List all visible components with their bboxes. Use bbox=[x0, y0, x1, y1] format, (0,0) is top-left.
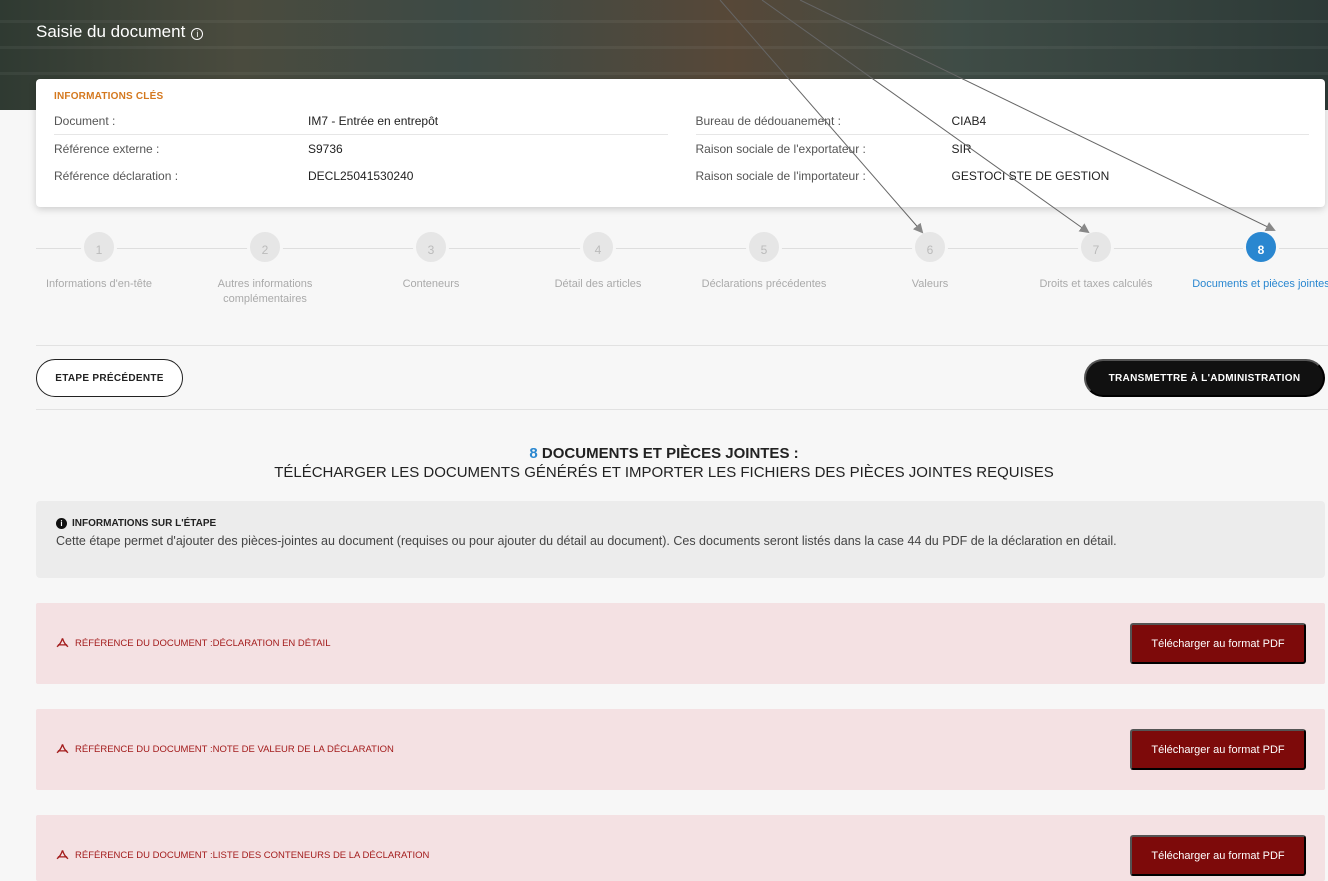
key-info-row: Référence externe : S9736 bbox=[54, 135, 668, 162]
document-label-wrapper: RÉFÉRENCE DU DOCUMENT :NOTE DE VALEUR DE… bbox=[56, 743, 394, 755]
download-pdf-button[interactable]: Télécharger au format PDF bbox=[1130, 623, 1306, 664]
field-value: SIR bbox=[951, 141, 972, 156]
pdf-icon bbox=[56, 744, 69, 754]
step-5[interactable]: 5 Déclarations précédentes bbox=[689, 229, 839, 292]
step-number: 5 bbox=[746, 229, 782, 265]
step-8[interactable]: 8 Documents et pièces jointes bbox=[1186, 229, 1328, 292]
step-number: 3 bbox=[413, 229, 449, 265]
field-value: S9736 bbox=[308, 141, 343, 156]
section-subtitle: TÉLÉCHARGER LES DOCUMENTS GÉNÉRÉS ET IMP… bbox=[274, 464, 1054, 481]
page-title: Saisie du document bbox=[36, 22, 186, 41]
pdf-icon bbox=[56, 638, 69, 648]
pdf-icon bbox=[56, 850, 69, 860]
divider bbox=[36, 345, 1328, 346]
key-info-row: Raison sociale de l'importateur : GESTOC… bbox=[696, 162, 1310, 189]
step-label: Autres informations complémentaires bbox=[217, 278, 313, 305]
field-label: Bureau de dédouanement : bbox=[695, 114, 841, 128]
key-info-grid: Document : IM7 - Entrée en entrepôt Réfé… bbox=[54, 108, 1309, 189]
document-label-wrapper: RÉFÉRENCE DU DOCUMENT :LISTE DES CONTENE… bbox=[56, 849, 429, 861]
document-row: RÉFÉRENCE DU DOCUMENT :NOTE DE VALEUR DE… bbox=[36, 709, 1325, 790]
step-label: Informations d'en-tête bbox=[45, 278, 153, 290]
step-number: 4 bbox=[580, 229, 616, 265]
document-label: RÉFÉRENCE DU DOCUMENT :NOTE DE VALEUR DE… bbox=[75, 743, 394, 755]
step-4[interactable]: 4 Détail des articles bbox=[523, 229, 673, 292]
key-info-title: INFORMATIONS CLÉS bbox=[54, 91, 164, 102]
document-label: RÉFÉRENCE DU DOCUMENT :DÉCLARATION EN DÉ… bbox=[75, 637, 331, 649]
step-number: 1 bbox=[81, 229, 117, 265]
field-label: Raison sociale de l'importateur : bbox=[695, 168, 866, 183]
step-number: 2 bbox=[247, 229, 283, 265]
section-number: 8 bbox=[529, 445, 538, 462]
key-info-row: Raison sociale de l'exportateur : SIR bbox=[696, 135, 1310, 162]
transmit-button[interactable]: TRANSMETTRE À L'ADMINISTRATION bbox=[1084, 359, 1325, 397]
key-info-card: INFORMATIONS CLÉS Document : IM7 - Entré… bbox=[36, 79, 1325, 207]
field-label: Référence externe : bbox=[54, 141, 160, 156]
banner-texture bbox=[0, 72, 1328, 75]
section-title-text: DOCUMENTS ET PIÈCES JOINTES : bbox=[541, 445, 799, 462]
step-6[interactable]: 6 Valeurs bbox=[855, 229, 1005, 292]
field-label: Référence déclaration : bbox=[54, 168, 179, 183]
section-title: 8 DOCUMENTS ET PIÈCES JOINTES : bbox=[0, 444, 1328, 463]
step-1[interactable]: 1 Informations d'en-tête bbox=[24, 229, 174, 292]
field-value: IM7 - Entrée en entrepôt bbox=[308, 114, 439, 128]
step-7[interactable]: 7 Droits et taxes calculés bbox=[1021, 229, 1171, 292]
key-info-row: Document : IM7 - Entrée en entrepôt bbox=[54, 108, 668, 135]
document-row: RÉFÉRENCE DU DOCUMENT :DÉCLARATION EN DÉ… bbox=[36, 603, 1325, 684]
step-number: 8 bbox=[1243, 229, 1279, 265]
step-label: Valeurs bbox=[911, 278, 949, 290]
download-pdf-button[interactable]: Télécharger au format PDF bbox=[1130, 729, 1306, 770]
previous-step-button[interactable]: ETAPE PRÉCÉDENTE bbox=[36, 359, 183, 397]
step-info-text: Cette étape permet d'ajouter des pièces-… bbox=[56, 534, 1117, 548]
step-info-box: i INFORMATIONS SUR L'ÉTAPE Cette étape p… bbox=[36, 501, 1325, 578]
info-icon[interactable]: i bbox=[191, 27, 204, 40]
key-info-left-column: Document : IM7 - Entrée en entrepôt Réfé… bbox=[54, 108, 668, 189]
field-value: CIAB4 bbox=[951, 114, 987, 128]
step-number: 7 bbox=[1078, 229, 1114, 265]
divider bbox=[36, 409, 1328, 410]
step-info-title-wrapper: i INFORMATIONS SUR L'ÉTAPE bbox=[56, 518, 1311, 529]
download-pdf-button[interactable]: Télécharger au format PDF bbox=[1130, 835, 1306, 876]
step-number: 6 bbox=[912, 229, 948, 265]
field-label: Document : bbox=[54, 114, 116, 128]
field-value: GESTOCI STE DE GESTION bbox=[951, 168, 1110, 183]
field-value: DECL25041530240 bbox=[308, 168, 414, 183]
step-progress: 1 Informations d'en-tête 2 Autres inform… bbox=[0, 226, 1328, 316]
document-label: RÉFÉRENCE DU DOCUMENT :LISTE DES CONTENE… bbox=[75, 849, 430, 861]
info-icon: i bbox=[56, 518, 67, 529]
step-info-title: INFORMATIONS SUR L'ÉTAPE bbox=[72, 518, 217, 529]
step-label: Droits et taxes calculés bbox=[1039, 278, 1153, 290]
field-label: Raison sociale de l'exportateur : bbox=[695, 141, 866, 156]
key-info-right-column: Bureau de dédouanement : CIAB4 Raison so… bbox=[695, 108, 1310, 189]
step-3[interactable]: 3 Conteneurs bbox=[356, 229, 506, 292]
key-info-row: Bureau de dédouanement : CIAB4 bbox=[695, 108, 1309, 135]
step-label: Déclarations précédentes bbox=[701, 278, 827, 290]
banner-texture bbox=[0, 46, 1328, 49]
section-heading: 8 DOCUMENTS ET PIÈCES JOINTES : TÉLÉCHAR… bbox=[0, 444, 1328, 482]
page-title-wrapper: Saisie du document i bbox=[36, 22, 204, 42]
step-label: Conteneurs bbox=[402, 278, 460, 290]
key-info-row: Référence déclaration : DECL25041530240 bbox=[54, 162, 668, 189]
document-row: RÉFÉRENCE DU DOCUMENT :LISTE DES CONTENE… bbox=[36, 815, 1325, 881]
step-2[interactable]: 2 Autres informations complémentaires bbox=[190, 229, 340, 307]
step-label: Détail des articles bbox=[554, 278, 642, 290]
step-label: Documents et pièces jointes bbox=[1192, 278, 1328, 290]
document-label-wrapper: RÉFÉRENCE DU DOCUMENT :DÉCLARATION EN DÉ… bbox=[56, 637, 330, 649]
